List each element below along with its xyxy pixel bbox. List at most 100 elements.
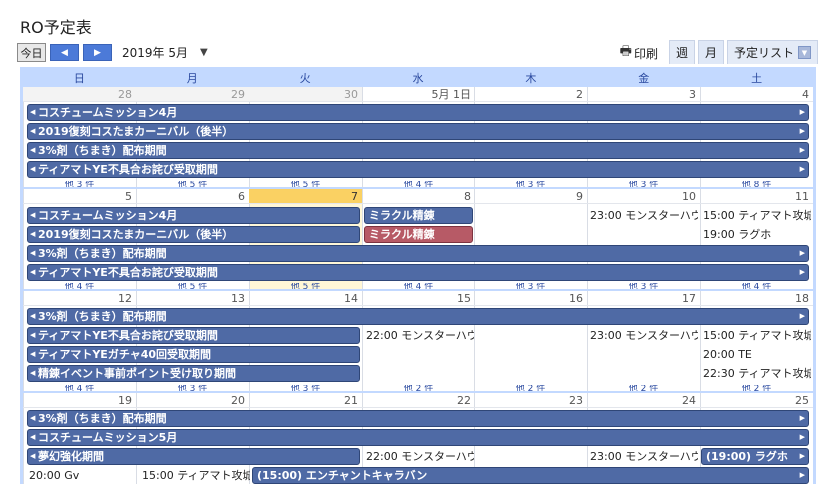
event-bar[interactable]: (15:00) エンチャントキャラバン ▶ — [252, 467, 809, 484]
more-events-link[interactable]: 他 5 件 — [136, 283, 249, 289]
more-events-link[interactable]: 他 4 件 — [700, 283, 813, 289]
day-number[interactable]: 29 — [136, 87, 249, 102]
more-events-link[interactable]: 他 4 件 — [362, 283, 475, 289]
chevron-down-icon[interactable]: ▼ — [200, 47, 208, 58]
tab-month[interactable]: 月 — [697, 40, 724, 64]
day-number[interactable]: 19 — [23, 393, 136, 408]
timed-event[interactable]: 23:00 モンスターハウス — [588, 327, 698, 344]
more-events-link[interactable]: 他 3 件 — [136, 385, 249, 391]
event-bar[interactable]: ◀ ティアマトYE不具合お詫び受取期間 ▶ — [27, 264, 809, 281]
next-month-button[interactable]: ▶ — [83, 44, 112, 61]
more-events-link[interactable]: 他 3 件 — [249, 385, 362, 391]
print-button[interactable]: 🖶 印刷 — [620, 42, 658, 64]
day-number[interactable]: 6 — [136, 189, 249, 204]
event-bar[interactable]: ミラクル精錬 — [364, 226, 473, 243]
more-events-link[interactable]: 他 2 件 — [474, 385, 587, 391]
event-title: (15:00) エンチャントキャラバン — [257, 469, 428, 482]
day-number[interactable]: 28 — [23, 87, 136, 102]
event-title: ティアマトYEガチャ40回受取期間 — [38, 348, 212, 361]
more-events-link[interactable]: 他 3 件 — [587, 283, 700, 289]
more-events-link[interactable]: 他 5 件 — [249, 181, 362, 187]
timed-event[interactable]: 22:00 モンスターハウス — [364, 448, 474, 465]
prev-month-button[interactable]: ◀ — [50, 44, 79, 61]
day-cell[interactable] — [474, 291, 587, 391]
day-number[interactable]: 16 — [474, 291, 587, 306]
event-bar[interactable]: ◀ コスチュームミッション4月 ▶ — [27, 104, 809, 121]
day-number[interactable]: 14 — [249, 291, 362, 306]
day-number[interactable]: 18 — [700, 291, 813, 306]
more-events-link[interactable]: 他 4 件 — [23, 385, 136, 391]
event-bar[interactable]: ◀ 3%剤（ちまき）配布期間 ▶ — [27, 142, 809, 159]
event-bar[interactable]: ◀ 3%剤（ちまき）配布期間 ▶ — [27, 245, 809, 262]
day-number[interactable]: 17 — [587, 291, 700, 306]
day-number[interactable]: 8 — [362, 189, 475, 204]
print-label: 印刷 — [633, 46, 658, 61]
more-events-link[interactable]: 他 4 件 — [23, 283, 136, 289]
event-bar[interactable]: ◀ コスチュームミッション5月 ▶ — [27, 429, 809, 446]
event-bar[interactable]: ◀ 2019復刻コスたまカーニバル（後半） ▶ — [27, 123, 809, 140]
more-events-link[interactable]: 他 2 件 — [587, 385, 700, 391]
event-bar[interactable]: ◀ ティアマトYE不具合お詫び受取期間 ▶ — [27, 161, 809, 178]
more-events-link[interactable]: 他 8 件 — [700, 181, 813, 187]
day-number[interactable]: 20 — [136, 393, 249, 408]
current-month-label[interactable]: 2019年 5月 — [122, 44, 188, 61]
more-events-link[interactable]: 他 2 件 — [700, 385, 813, 391]
day-number[interactable]: 7 — [249, 189, 362, 204]
event-bar[interactable]: (19:00) ラグホ ▶ — [701, 448, 809, 465]
event-title: コスチュームミッション4月 — [38, 209, 178, 222]
event-bar[interactable]: ◀ ティアマトYEガチャ40回受取期間 — [27, 346, 360, 363]
event-bar[interactable]: ◀ 精錬イベント事前ポイント受け取り期間 — [27, 365, 360, 382]
day-number[interactable]: 9 — [474, 189, 587, 204]
timed-event[interactable]: 15:00 ティアマト攻城戦 — [140, 467, 250, 484]
tab-week[interactable]: 週 — [668, 40, 695, 64]
more-events-link[interactable]: 他 3 件 — [23, 181, 136, 187]
timed-event[interactable]: 20:00 Gv — [27, 467, 137, 484]
more-events-link[interactable]: 他 3 件 — [474, 181, 587, 187]
more-events-link[interactable]: 他 2 件 — [362, 385, 475, 391]
event-bar[interactable]: ◀ ティアマトYE不具合お詫び受取期間 — [27, 327, 360, 344]
today-button[interactable]: 今日 — [17, 43, 46, 62]
more-events-link[interactable]: 他 3 件 — [587, 181, 700, 187]
day-number[interactable]: 5月 1日 — [362, 87, 475, 102]
continues-right-icon: ▶ — [799, 433, 805, 441]
event-bar[interactable]: ◀ コスチュームミッション4月 — [27, 207, 360, 224]
event-bar[interactable]: ◀ 2019復刻コスたまカーニバル（後半） — [27, 226, 360, 243]
day-number[interactable]: 2 — [474, 87, 587, 102]
continues-left-icon: ◀ — [30, 211, 36, 219]
day-number[interactable]: 23 — [474, 393, 587, 408]
timed-event[interactable]: 22:30 ティアマト攻城戦 — [701, 365, 811, 382]
timed-event[interactable]: 23:00 モンスターハウス — [588, 207, 698, 224]
timed-event[interactable]: 23:00 モンスターハウス — [588, 448, 698, 465]
timed-event[interactable]: 19:00 ラグホ — [701, 226, 811, 243]
day-number[interactable]: 5 — [23, 189, 136, 204]
day-number[interactable]: 12 — [23, 291, 136, 306]
timed-event[interactable]: 15:00 ティアマト攻城戦 — [701, 327, 811, 344]
more-events-link[interactable]: 他 4 件 — [362, 181, 475, 187]
day-number[interactable]: 3 — [587, 87, 700, 102]
day-number[interactable]: 22 — [362, 393, 475, 408]
timed-event[interactable]: 22:00 モンスターハウス — [364, 327, 474, 344]
day-number[interactable]: 24 — [587, 393, 700, 408]
continues-left-icon: ◀ — [30, 230, 36, 238]
more-events-link[interactable]: 他 3 件 — [474, 283, 587, 289]
day-number[interactable]: 13 — [136, 291, 249, 306]
timed-event[interactable]: 20:00 TE — [701, 346, 811, 363]
day-number[interactable]: 11 — [700, 189, 813, 204]
tab-agenda[interactable]: 予定リスト ▼ — [726, 40, 818, 64]
event-bar[interactable]: ◀ 夢幻強化期間 — [27, 448, 360, 465]
day-number[interactable]: 15 — [362, 291, 475, 306]
day-number[interactable]: 21 — [249, 393, 362, 408]
day-number[interactable]: 4 — [700, 87, 813, 102]
event-bar[interactable]: ミラクル精錬 — [364, 207, 473, 224]
continues-left-icon: ◀ — [30, 165, 36, 173]
day-number[interactable]: 25 — [700, 393, 813, 408]
more-events-link[interactable]: 他 5 件 — [136, 181, 249, 187]
event-bar[interactable]: ◀ 3%剤（ちまき）配布期間 ▶ — [27, 308, 809, 325]
day-number[interactable]: 30 — [249, 87, 362, 102]
timed-event[interactable]: 15:00 ティアマト攻城戦 — [701, 207, 811, 224]
day-number[interactable]: 10 — [587, 189, 700, 204]
event-title: 3%剤（ちまき）配布期間 — [38, 310, 167, 323]
more-events-link[interactable]: 他 5 件 — [249, 283, 362, 289]
event-bar[interactable]: ◀ 3%剤（ちまき）配布期間 ▶ — [27, 410, 809, 427]
chevron-down-icon[interactable]: ▼ — [798, 46, 811, 59]
